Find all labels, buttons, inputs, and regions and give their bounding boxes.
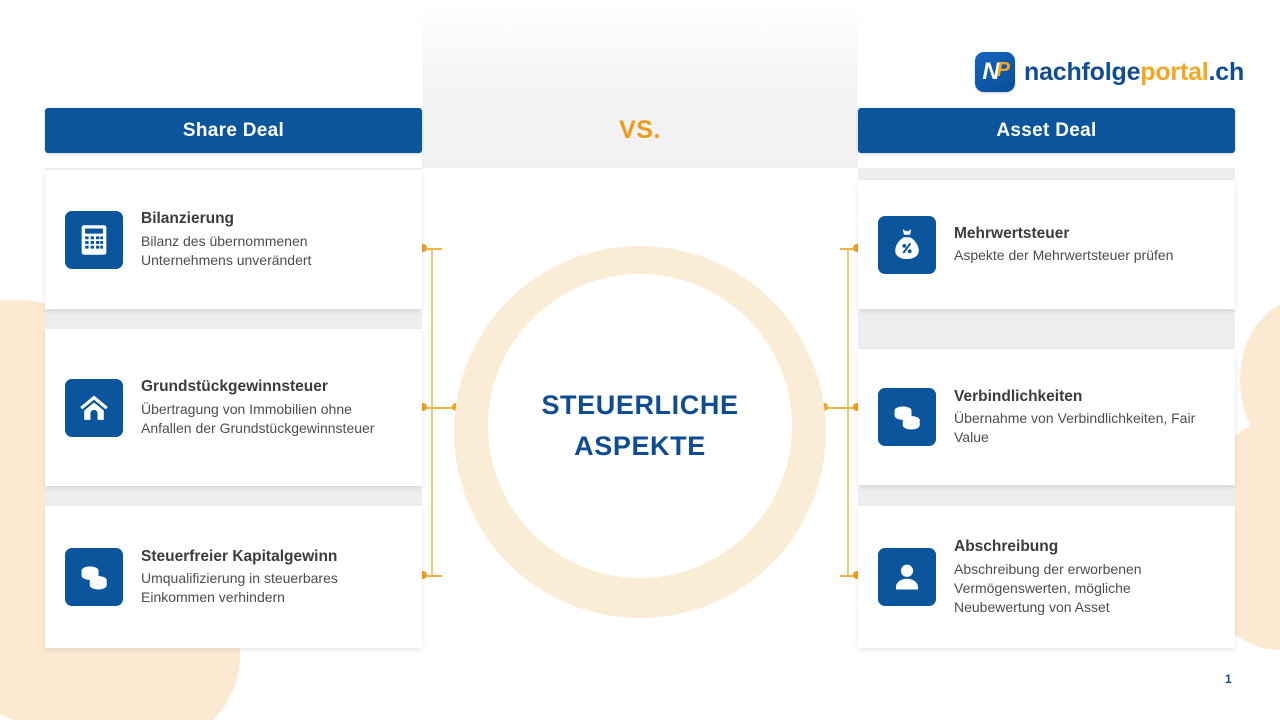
center-topic-circle: STEUERLICHE ASPEKTE (488, 274, 792, 578)
logo-letter-p: P (996, 59, 1010, 81)
card-left-1[interactable]: Bilanzierung Bilanz des übernommenen Unt… (45, 170, 422, 309)
card-left-1-text: Bilanzierung Bilanz des übernommenen Unt… (141, 209, 402, 269)
vs-separator-label: VS. (619, 116, 661, 144)
card-right-1[interactable]: Mehrwertsteuer Aspekte der Mehrwertsteue… (858, 180, 1235, 309)
card-left-2-desc: Übertragung von Immobilien ohne Anfallen… (141, 400, 375, 436)
background-blob-right-2 (1240, 300, 1280, 460)
slide-canvas: N P nachfolgeportal.ch Share Deal VS. As… (0, 0, 1280, 720)
card-right-1-desc: Aspekte der Mehrwertsteuer prüfen (954, 247, 1174, 264)
calculator-icon (65, 210, 123, 269)
person-icon (878, 548, 936, 606)
header-share-deal-label: Share Deal (182, 119, 285, 141)
brand-logo[interactable]: N P nachfolgeportal.ch (975, 52, 1244, 92)
header-share-deal[interactable]: Share Deal (45, 108, 422, 153)
card-right-3-desc: Abschreibung der erworbenen Vermögenswer… (954, 560, 1142, 615)
card-right-3-title: Abschreibung (954, 538, 1059, 556)
card-left-3-desc: Umqualifizierung in steuerbares Einkomme… (141, 570, 338, 606)
card-right-2-desc: Übernahme von Verbindlichkeiten, Fair Va… (954, 410, 1196, 446)
connector-spine-right (847, 248, 849, 575)
coins-icon (65, 548, 123, 606)
logo-wordmark: nachfolgeportal.ch (1024, 58, 1244, 87)
page-number: 1 (1225, 672, 1232, 686)
card-right-1-text: Mehrwertsteuer Aspekte der Mehrwertsteue… (954, 224, 1215, 265)
card-left-1-title: Bilanzierung (141, 210, 235, 228)
header-asset-deal-label: Asset Deal (996, 119, 1097, 141)
center-topic-line-2: ASPEKTE (574, 431, 706, 461)
logo-word-tld: .ch (1208, 57, 1245, 86)
card-right-3[interactable]: Abschreibung Abschreibung der erworbenen… (858, 506, 1235, 648)
card-right-2-title: Verbindlichkeiten (954, 387, 1083, 405)
card-left-1-desc: Bilanz des übernommenen Unternehmens unv… (141, 232, 312, 268)
card-left-3-title: Steuerfreier Kapitalgewinn (141, 547, 338, 565)
coins-icon (878, 388, 936, 446)
card-right-1-title: Mehrwertsteuer (954, 224, 1070, 242)
card-left-2[interactable]: Grundstückgewinnsteuer Übertragung von I… (45, 329, 422, 486)
card-right-2[interactable]: Verbindlichkeiten Übernahme von Verbindl… (858, 349, 1235, 485)
card-right-3-text: Abschreibung Abschreibung der erworbenen… (954, 537, 1215, 616)
logo-word-nachfolge: nachfolge (1024, 57, 1141, 86)
card-left-3[interactable]: Steuerfreier Kapitalgewinn Umqualifizier… (45, 506, 422, 648)
house-icon (65, 378, 123, 437)
card-left-2-text: Grundstückgewinnsteuer Übertragung von I… (141, 377, 402, 437)
card-left-3-text: Steuerfreier Kapitalgewinn Umqualifizier… (141, 547, 402, 607)
center-topic-line-1: STEUERLICHE (541, 389, 739, 420)
card-right-2-text: Verbindlichkeiten Übernahme von Verbindl… (954, 387, 1215, 447)
logo-word-portal: portal (1140, 57, 1209, 86)
card-left-2-title: Grundstückgewinnsteuer (141, 378, 328, 396)
logo-mark-icon: N P (975, 52, 1015, 92)
money-bag-percent-icon (878, 215, 936, 274)
header-asset-deal[interactable]: Asset Deal (858, 108, 1235, 153)
connector-spine-left (431, 248, 433, 575)
